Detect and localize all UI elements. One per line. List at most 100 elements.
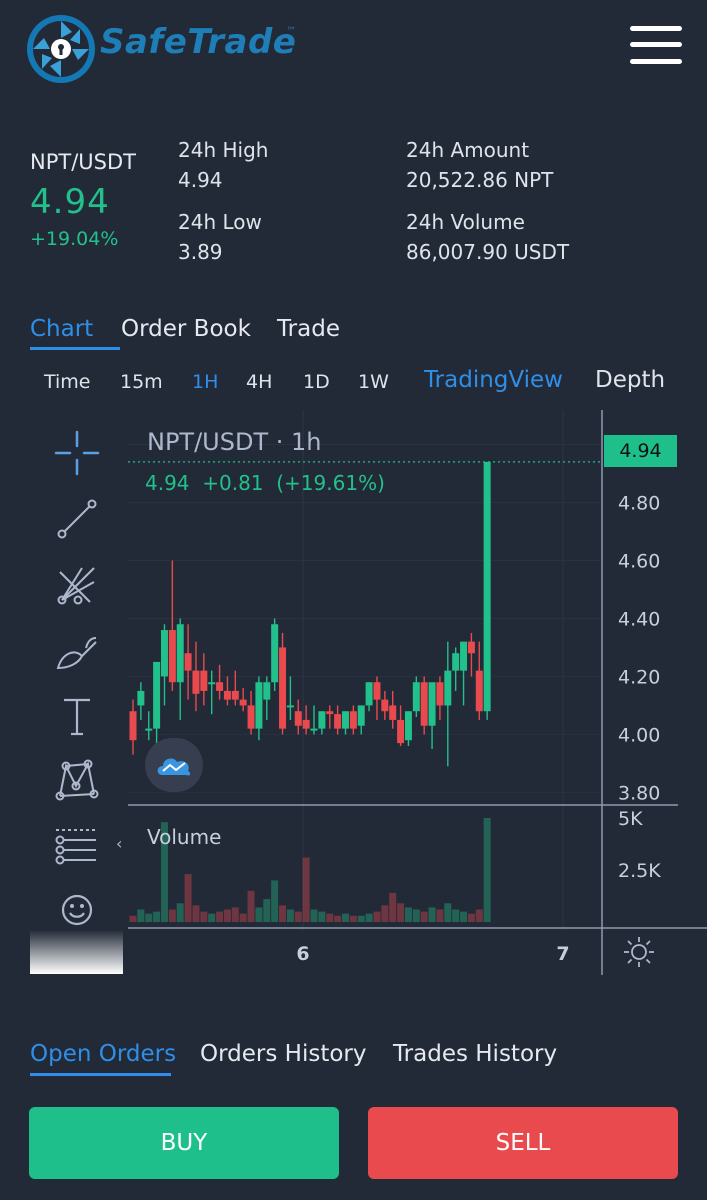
price-change: +19.04% <box>30 228 119 250</box>
candle-body <box>444 670 452 706</box>
volume-tick-label: 5K <box>618 808 643 830</box>
logo-trademark: ™ <box>286 26 296 37</box>
candle-body <box>412 682 420 712</box>
candle-body <box>137 690 145 706</box>
chart-settings-sun-icon[interactable] <box>622 935 656 969</box>
volume-bar <box>381 905 389 922</box>
pattern-tool-icon[interactable] <box>52 756 102 806</box>
candle-body <box>428 682 436 726</box>
candle-body <box>420 682 428 726</box>
candle-body <box>263 682 271 700</box>
volume-bar <box>483 818 491 922</box>
volume-bar <box>176 903 184 922</box>
timeframe-time[interactable]: Time <box>44 371 91 393</box>
timeframe-15m[interactable]: 15m <box>120 371 163 393</box>
candle-body <box>460 641 468 671</box>
tab-open-orders[interactable]: Open Orders <box>30 1041 176 1067</box>
candle-body <box>404 711 412 741</box>
candle-body <box>184 653 192 671</box>
24h-low-label: 24h Low <box>178 210 262 234</box>
volume-bar <box>286 909 294 922</box>
trend-line-icon[interactable] <box>52 494 102 544</box>
logo-shield-icon <box>27 15 95 83</box>
tab-chart-underline <box>30 347 120 350</box>
candle-body <box>231 690 239 700</box>
text-tool-icon[interactable] <box>52 692 102 742</box>
volume-bar <box>310 909 318 922</box>
candle-body <box>452 653 460 671</box>
candle-body <box>208 682 216 685</box>
hamburger-menu-icon[interactable] <box>630 26 682 64</box>
candle-body <box>349 711 357 729</box>
candle-body <box>381 699 389 712</box>
volume-bar <box>420 911 428 922</box>
chart-mode-depth[interactable]: Depth <box>595 367 665 393</box>
pitchfork-icon[interactable] <box>52 560 102 610</box>
candle-body <box>160 630 168 677</box>
volume-bar <box>223 909 231 922</box>
candle-body <box>357 705 365 726</box>
last-price-tag: 4.94 <box>604 435 677 467</box>
timeframe-1d[interactable]: 1D <box>303 371 330 393</box>
fibonacci-icon[interactable] <box>52 822 102 872</box>
volume-bar <box>168 909 176 922</box>
candle-body <box>200 670 208 691</box>
volume-bar <box>428 907 436 922</box>
24h-high-value: 4.94 <box>178 168 223 192</box>
candle-body <box>475 670 483 712</box>
emoji-icon[interactable] <box>52 885 102 935</box>
timeframe-1h[interactable]: 1H <box>192 371 218 393</box>
candle-body <box>271 624 279 683</box>
candle-body <box>294 711 302 726</box>
time-tick-label: 7 <box>556 943 569 965</box>
toolbar-fade <box>30 930 123 974</box>
candle-body <box>145 728 153 731</box>
logo-text: SafeTrade <box>100 22 297 62</box>
candle-body <box>310 728 318 731</box>
candle-body <box>467 641 475 654</box>
tradingview-cloud-icon[interactable] <box>145 738 203 792</box>
tab-chart[interactable]: Chart <box>30 316 93 342</box>
time-tick-label: 6 <box>296 943 309 965</box>
candle-body <box>168 630 176 683</box>
candle-body <box>255 682 263 729</box>
volume-bar <box>239 913 247 922</box>
sell-button[interactable]: SELL <box>368 1107 678 1179</box>
volume-bar <box>279 905 287 922</box>
volume-bar <box>231 907 239 922</box>
collapse-toolbar-icon[interactable]: ‹ <box>116 834 122 853</box>
volume-bar <box>294 911 302 922</box>
chart-mode-tradingview[interactable]: TradingView <box>424 367 563 393</box>
candle-body <box>341 711 349 729</box>
crosshair-icon[interactable] <box>52 428 102 478</box>
price-tick-label: 4.00 <box>618 724 660 746</box>
timeframe-1w[interactable]: 1W <box>358 371 389 393</box>
tab-orders-history[interactable]: Orders History <box>200 1041 366 1067</box>
timeframe-4h[interactable]: 4H <box>246 371 272 393</box>
volume-bar <box>318 911 326 922</box>
volume-bar <box>404 907 412 922</box>
chart-legend-values: 4.94 +0.81 (+19.61%) <box>145 471 385 495</box>
volume-bar <box>208 913 216 922</box>
tab-order-book[interactable]: Order Book <box>121 316 251 342</box>
volume-tick-label: 2.5K <box>618 860 661 882</box>
volume-bar <box>247 890 255 922</box>
buy-button[interactable]: BUY <box>29 1107 339 1179</box>
volume-bar <box>475 909 483 922</box>
chart-legend-title: NPT/USDT · 1h <box>147 428 322 456</box>
candle-body <box>129 711 137 741</box>
price-tick-label: 4.60 <box>618 550 660 572</box>
volume-bar <box>444 903 452 922</box>
candle-body <box>192 670 200 694</box>
volume-bar <box>271 880 279 922</box>
tab-trades-history[interactable]: Trades History <box>393 1041 557 1067</box>
tab-trade[interactable]: Trade <box>277 316 340 342</box>
price-tick-label: 3.80 <box>618 782 660 804</box>
brush-icon[interactable] <box>52 626 102 676</box>
candle-body <box>436 682 444 706</box>
volume-bar <box>373 911 381 922</box>
candle-body <box>216 682 224 691</box>
candle-body <box>247 705 255 729</box>
volume-bar <box>129 915 137 922</box>
24h-amount-value: 20,522.86 NPT <box>406 168 554 192</box>
